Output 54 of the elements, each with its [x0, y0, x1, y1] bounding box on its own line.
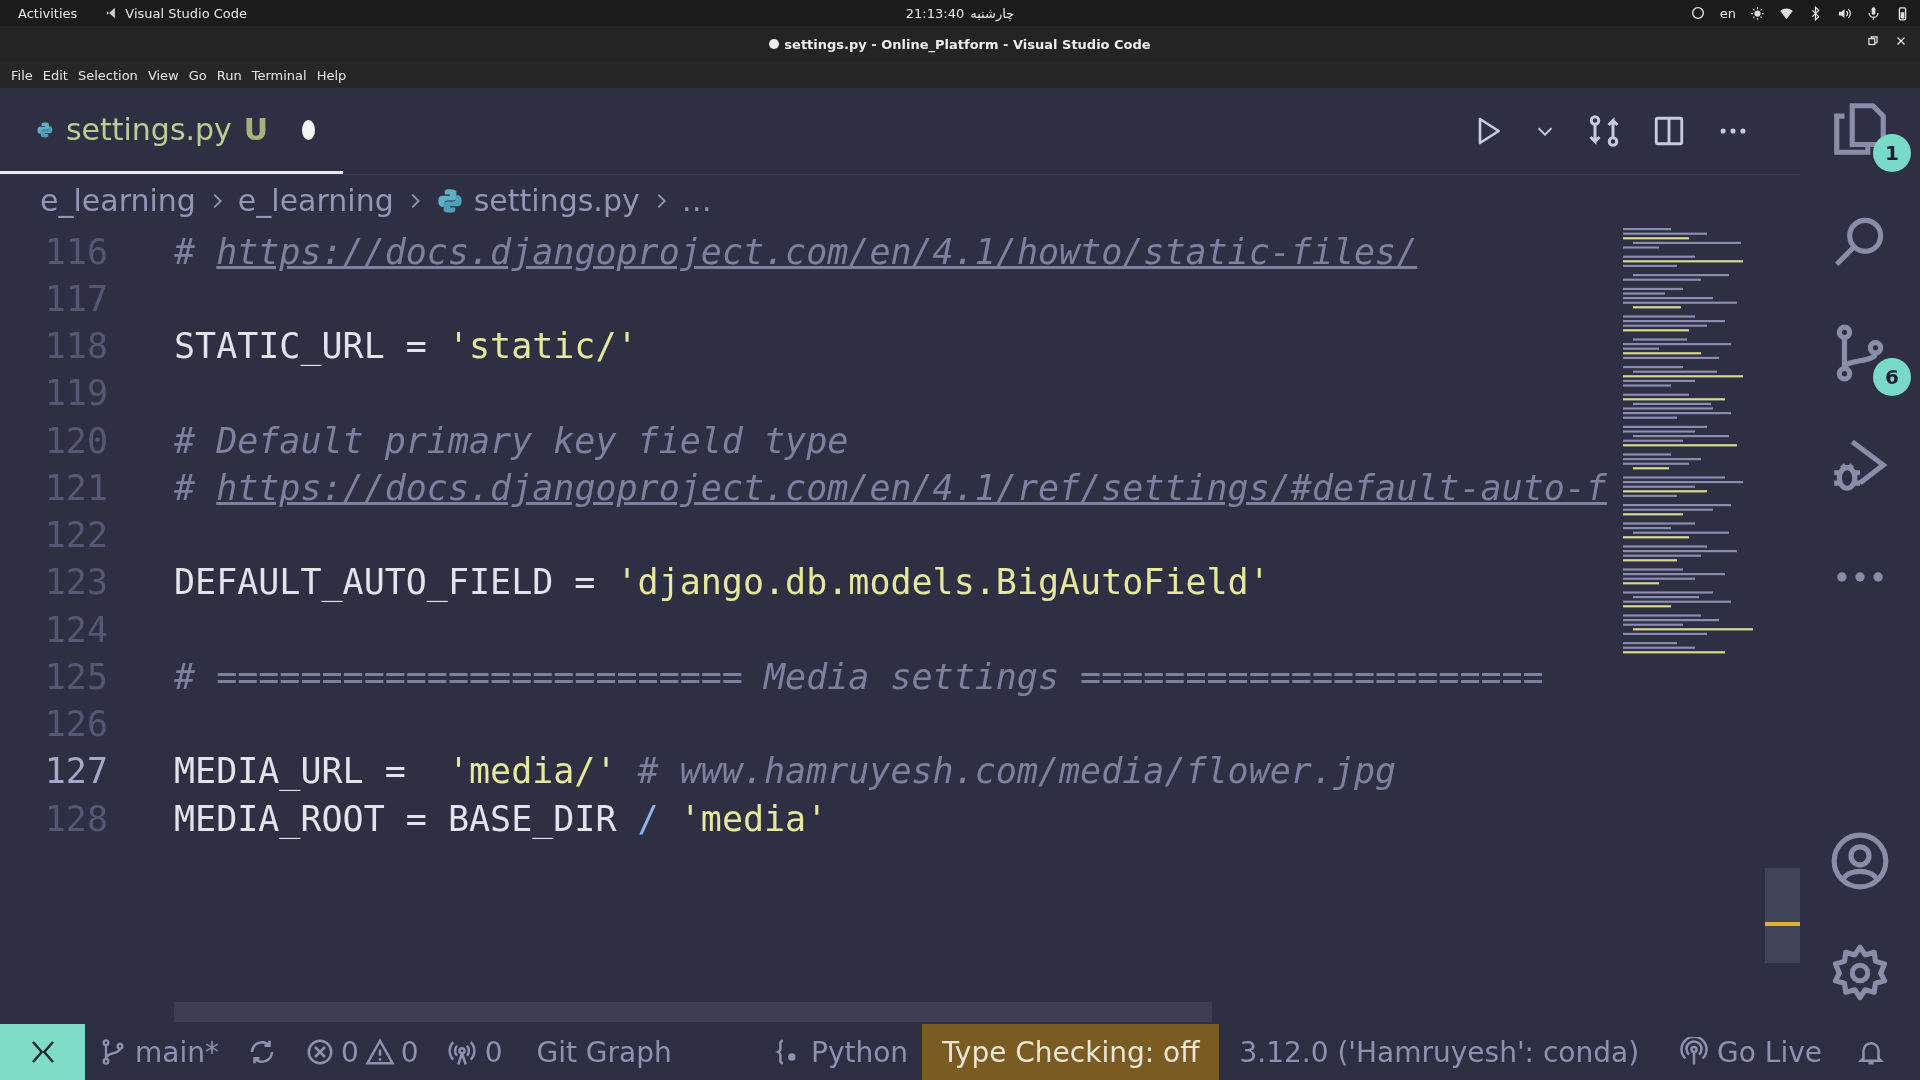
code-link[interactable]: https://docs.djangoproject.com/en/4.1/howto/static-files/ [216, 231, 1418, 272]
activities-label: Activities [18, 5, 78, 21]
error-count: 0 [340, 1035, 359, 1069]
count-badge: 6 [1873, 358, 1911, 396]
breadcrumb-item[interactable]: … [681, 183, 712, 218]
code-line: # https://docs.djangoproject.com/en/4.1/howto/static-files/ [174, 231, 1419, 272]
warning-count: 0 [400, 1035, 419, 1069]
branch-name[interactable]: main* [135, 1035, 219, 1069]
breadcrumb-item[interactable]: e_learning [237, 183, 394, 218]
remote-button[interactable] [0, 1024, 85, 1080]
code-link[interactable]: https://docs.djangoproject.com/en/4.1/ref/settings/#default-auto-f [216, 467, 1607, 508]
microphone-icon[interactable] [1866, 5, 1881, 21]
power-icon[interactable] [1689, 5, 1706, 21]
code-line: # ========================= Media settings ====================== [174, 656, 1545, 697]
code-line: # https://docs.djangoproject.com/en/4.1/ref/settings/#default-auto-f [174, 467, 1608, 508]
language-mode[interactable]: Python [811, 1035, 909, 1069]
menu-item[interactable]: Edit [37, 67, 73, 83]
window-title: settings.py - Online_Platform - Visual Studio Code [784, 36, 1151, 52]
ports-count: 0 [484, 1035, 503, 1069]
menu-item[interactable]: Help [311, 67, 352, 83]
code-line: STATIC_URL = 'static/' [174, 326, 639, 367]
code-line: DEFAULT_AUTO_FIELD = 'django.db.models.BigAutoField' [174, 562, 1271, 603]
menu-item[interactable]: Selection [72, 67, 143, 83]
warning-icon[interactable] [364, 1037, 395, 1067]
breadcrumb-item[interactable]: e_learning [40, 183, 196, 218]
clock-day: چارشنبه [970, 5, 1015, 21]
status-item[interactable]: 3.12.0 ('Hamruyesh': conda) [1239, 1035, 1640, 1069]
scrollbar-thumb[interactable] [1765, 868, 1800, 963]
restore-icon[interactable] [1866, 34, 1880, 48]
go-live-button[interactable]: Go Live [1717, 1035, 1822, 1069]
code-line: MEDIA_ROOT = BASE_DIR / 'media' [174, 798, 829, 839]
app-name: Visual Studio Code [125, 5, 248, 21]
menu-item[interactable]: File [6, 67, 38, 83]
broadcast-icon[interactable] [1679, 1037, 1710, 1067]
count-badge: 1 [1873, 134, 1911, 172]
tab-label: settings.py [65, 112, 232, 147]
editor-tab[interactable]: settings.py U [0, 88, 343, 174]
menu-item[interactable]: Go [183, 67, 212, 83]
brightness-icon[interactable] [1750, 5, 1765, 21]
status-item[interactable]: Git Graph [536, 1035, 672, 1069]
menu-item[interactable]: Terminal [246, 67, 312, 83]
keyboard-language: en [1719, 5, 1736, 21]
account-icon[interactable] [1829, 830, 1891, 892]
git-status-label: U [243, 112, 269, 147]
python-file-icon [435, 186, 464, 215]
menu-item[interactable]: Run [211, 67, 247, 83]
breadcrumb-item[interactable]: settings.py [473, 183, 640, 218]
code-line: # Default primary key field type [174, 420, 850, 461]
menu-item[interactable]: View [142, 67, 184, 83]
type-checking-button[interactable]: Type Checking: off [922, 1024, 1220, 1080]
code-line: MEDIA_URL = 'media/' # www.hamruyesh.com/media/flower.jpg [174, 751, 1398, 792]
clock-time: 21:13:40 [905, 5, 965, 21]
split-editor-icon[interactable] [1652, 114, 1686, 148]
line-number: 127 [43, 751, 108, 792]
